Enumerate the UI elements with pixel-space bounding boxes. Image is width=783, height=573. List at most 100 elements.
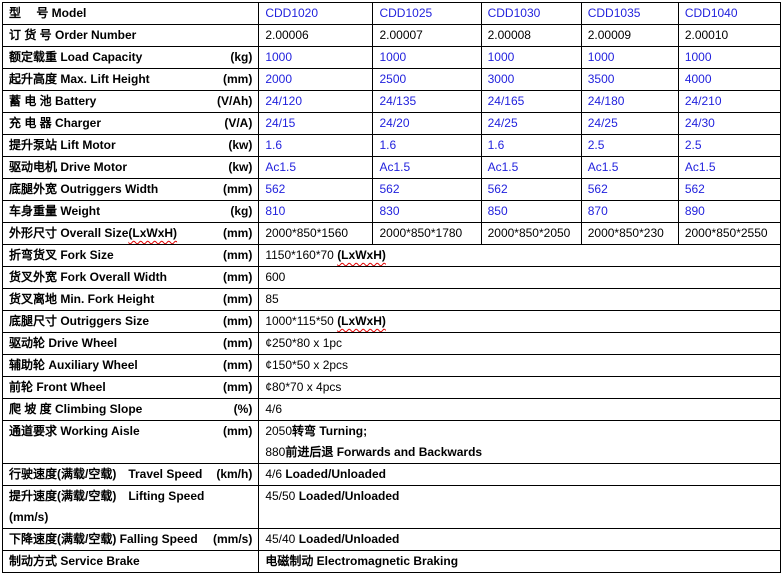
row-label-layout: 额定载重 Load Capacity(kg) xyxy=(9,47,252,68)
value-cell: 24/135 xyxy=(373,91,481,113)
value-cell: 2000*850*1780 xyxy=(373,223,481,245)
text-segment: 起升高度 Max. Lift Height xyxy=(9,72,150,86)
row-unit: (%) xyxy=(234,399,253,420)
text-segment: 提升速度(满载/空载) Lifting Speed xyxy=(9,489,204,503)
table-row: 订 货 号 Order Number2.000062.000072.000082… xyxy=(3,25,781,47)
text-segment: ¢150*50 x 2pcs xyxy=(265,358,348,372)
table-row: 提升泵站 Lift Motor(kw)1.61.61.62.52.5 xyxy=(3,135,781,157)
row-label-layout: 蓄 电 池 Battery(V/Ah) xyxy=(9,91,252,112)
text-segment: ¢80*70 x 4pcs xyxy=(265,380,341,394)
value-cell: CDD1035 xyxy=(581,3,678,25)
text-segment: 货叉外宽 Fork Overall Width xyxy=(9,270,167,284)
spec-table-body: 型 号 ModelCDD1020CDD1025CDD1030CDD1035CDD… xyxy=(3,3,781,573)
row-unit: (mm) xyxy=(223,311,252,332)
text-segment: 提升泵站 Lift Motor xyxy=(9,138,116,152)
value-cell: 24/120 xyxy=(259,91,373,113)
text-segment: 制动方式 Service Brake xyxy=(9,554,140,568)
row-label: 爬 坡 度 Climbing Slope xyxy=(9,399,142,420)
text-segment: 驱动轮 Drive Wheel xyxy=(9,336,117,350)
value-cell-merged: 电磁制动 Electromagnetic Braking xyxy=(259,551,781,573)
text-segment: 下降速度(满载/空载) Falling Speed xyxy=(9,532,198,546)
text-segment: 通道要求 Working Aisle xyxy=(9,424,140,438)
row-unit: (mm/s) xyxy=(213,529,252,550)
text-segment: 型 号 Model xyxy=(9,6,86,20)
row-unit: (mm) xyxy=(223,421,252,442)
value-cell: 24/30 xyxy=(678,113,780,135)
value-cell: 1000 xyxy=(373,47,481,69)
table-row: 驱动轮 Drive Wheel (mm) ¢250*80 x 1pc xyxy=(3,333,781,355)
row-label: 提升泵站 Lift Motor xyxy=(9,135,116,156)
row-unit: (mm/s) xyxy=(9,510,48,524)
value-cell: 562 xyxy=(481,179,581,201)
row-unit: (mm) xyxy=(223,267,252,288)
text-segment: Loaded/Unloaded xyxy=(299,489,400,503)
row-label-cell: 通道要求 Working Aisle (mm) xyxy=(3,421,259,464)
value-cell: 2000*850*2550 xyxy=(678,223,780,245)
row-label-cell: 提升泵站 Lift Motor (kw) xyxy=(3,135,259,157)
value-cell: CDD1020 xyxy=(259,3,373,25)
value-line: 电磁制动 Electromagnetic Braking xyxy=(265,551,774,572)
value-cell: 24/25 xyxy=(581,113,678,135)
text-segment: 前轮 Front Wheel xyxy=(9,380,106,394)
text-segment: 4/6 xyxy=(265,402,282,416)
table-row: 提升速度(满载/空载) Lifting Speed(mm/s)45/50 Loa… xyxy=(3,486,781,529)
value-line: 2050转弯 Turning; xyxy=(265,421,774,442)
value-cell: CDD1025 xyxy=(373,3,481,25)
table-row: 蓄 电 池 Battery(V/Ah)24/12024/13524/16524/… xyxy=(3,91,781,113)
value-cell: 3000 xyxy=(481,69,581,91)
row-label-cell: 充 电 器 Charger(V/A) xyxy=(3,113,259,135)
row-label-cell: 制动方式 Service Brake xyxy=(3,551,259,573)
row-label: 下降速度(满载/空载) Falling Speed xyxy=(9,529,198,550)
value-cell: 2.5 xyxy=(581,135,678,157)
value-cell: 870 xyxy=(581,201,678,223)
text-segment: 前进后退 Forwards and Backwards xyxy=(285,445,482,459)
row-label: 提升速度(满载/空载) Lifting Speed xyxy=(9,489,204,503)
row-label-layout: 外形尺寸 Overall Size(LxWxH)(mm) xyxy=(9,223,252,244)
table-row: 外形尺寸 Overall Size(LxWxH)(mm)2000*850*156… xyxy=(3,223,781,245)
row-label: 型 号 Model xyxy=(9,3,86,24)
value-line: ¢250*80 x 1pc xyxy=(265,333,774,354)
value-cell: 2000 xyxy=(259,69,373,91)
table-row: 下降速度(满载/空载) Falling Speed(mm/s)45/40 Loa… xyxy=(3,529,781,551)
table-row: 型 号 ModelCDD1020CDD1025CDD1030CDD1035CDD… xyxy=(3,3,781,25)
value-line: 600 xyxy=(265,267,774,288)
value-cell: 24/25 xyxy=(481,113,581,135)
row-label: 底腿尺寸 Outriggers Size xyxy=(9,311,149,332)
text-segment: 1150*160*70 xyxy=(265,248,337,262)
row-unit: (V/Ah) xyxy=(217,91,252,112)
row-label: 驱动电机 Drive Motor xyxy=(9,157,127,178)
value-cell: 2000*850*2050 xyxy=(481,223,581,245)
table-row: 通道要求 Working Aisle(mm)2050转弯 Turning;880… xyxy=(3,421,781,464)
row-label-layout: 下降速度(满载/空载) Falling Speed (mm/s) xyxy=(9,529,252,550)
row-label-cell: 蓄 电 池 Battery(V/Ah) xyxy=(3,91,259,113)
table-row: 货叉外宽 Fork Overall Width (mm) 600 xyxy=(3,267,781,289)
text-segment: (LxWxH) xyxy=(337,248,386,262)
row-unit: (mm) xyxy=(223,333,252,354)
value-cell: 1000 xyxy=(259,47,373,69)
value-cell: 24/210 xyxy=(678,91,780,113)
row-unit: (km/h) xyxy=(216,464,252,485)
row-label-cell: 货叉离地 Min. Fork Height(mm) xyxy=(3,289,259,311)
value-cell-merged: 1000*115*50 (LxWxH) xyxy=(259,311,781,333)
value-cell: 2.00008 xyxy=(481,25,581,47)
row-label: 通道要求 Working Aisle xyxy=(9,421,140,442)
text-segment: 600 xyxy=(265,270,285,284)
row-label-cell: 折弯货叉 Fork Size(mm) xyxy=(3,245,259,267)
table-row: 起升高度 Max. Lift Height(mm)200025003000350… xyxy=(3,69,781,91)
row-label-cell: 车身重量 Weight(kg) xyxy=(3,201,259,223)
value-cell-merged: 4/6 Loaded/Unloaded xyxy=(259,464,781,486)
value-cell-merged: 85 xyxy=(259,289,781,311)
text-segment: 订 货 号 Order Number xyxy=(9,28,136,42)
table-row: 爬 坡 度 Climbing Slope (%) 4/6 xyxy=(3,399,781,421)
value-cell: 562 xyxy=(259,179,373,201)
value-cell: CDD1040 xyxy=(678,3,780,25)
text-segment: 驱动电机 Drive Motor xyxy=(9,160,127,174)
row-unit: (kw) xyxy=(228,157,252,178)
row-label: 货叉离地 Min. Fork Height xyxy=(9,289,154,310)
row-label: 货叉外宽 Fork Overall Width xyxy=(9,267,167,288)
row-unit: (kw) xyxy=(228,135,252,156)
value-cell-merged: 600 xyxy=(259,267,781,289)
text-segment: (LxWxH) xyxy=(337,314,386,328)
row-label-cell: 起升高度 Max. Lift Height(mm) xyxy=(3,69,259,91)
text-segment: Loaded/Unloaded xyxy=(299,532,400,546)
